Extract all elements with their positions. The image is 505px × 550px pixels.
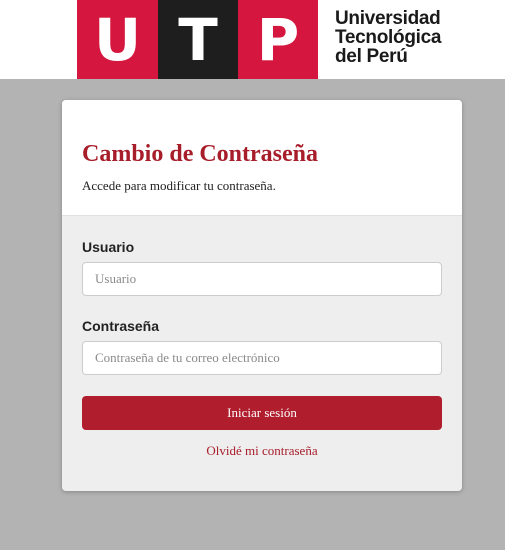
- university-name-line-2: Tecnológica: [335, 27, 442, 48]
- password-change-card: Cambio de Contraseña Accede para modific…: [62, 100, 462, 491]
- username-label: Usuario: [82, 239, 135, 255]
- card-header: Cambio de Contraseña Accede para modific…: [62, 100, 462, 216]
- username-input[interactable]: [82, 262, 442, 296]
- university-name-line-3: del Perú: [335, 46, 408, 67]
- logo-letter-t: T: [178, 5, 218, 74]
- university-name-line-1: Universidad: [335, 8, 441, 29]
- university-name: Universidad Tecnológica del Perú: [335, 9, 441, 66]
- utp-logo[interactable]: U T P: [77, 0, 318, 79]
- logo-letter-p: P: [256, 5, 300, 74]
- password-input[interactable]: [82, 341, 442, 375]
- logo-block-t: T: [158, 0, 238, 79]
- logo-letter-u: U: [93, 5, 142, 74]
- forgot-password-link[interactable]: Olvidé mi contraseña: [62, 443, 462, 459]
- password-label: Contraseña: [82, 318, 160, 334]
- page-title: Cambio de Contraseña: [82, 141, 319, 167]
- logo-block-p: P: [238, 0, 318, 79]
- logo-block-u: U: [77, 0, 158, 79]
- page-subtitle: Accede para modificar tu contraseña.: [82, 178, 276, 193]
- login-button[interactable]: Iniciar sesión: [82, 396, 442, 430]
- header-bar: U T P Universidad Tecnológica del Perú: [0, 0, 505, 79]
